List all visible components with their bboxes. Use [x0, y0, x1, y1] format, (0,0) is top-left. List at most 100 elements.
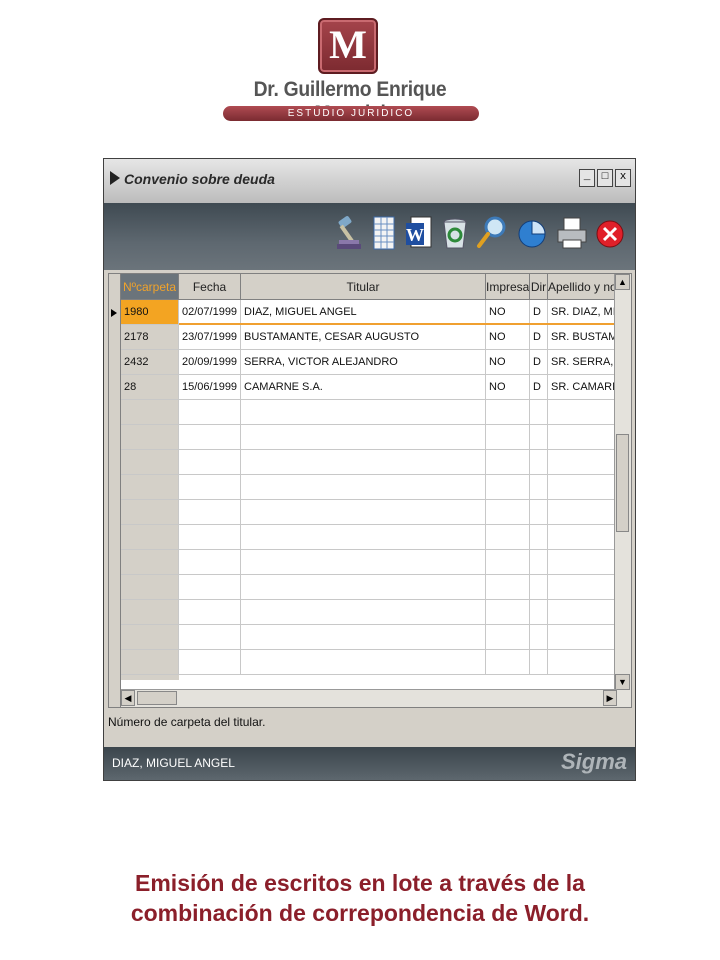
- minimize-button[interactable]: _: [579, 169, 595, 187]
- word-icon[interactable]: W: [401, 213, 437, 253]
- empty-cell: [530, 575, 548, 600]
- cell-titular[interactable]: CAMARNE S.A.: [241, 375, 486, 400]
- cell-titular[interactable]: DIAZ, MIGUEL ANGEL: [241, 300, 486, 325]
- empty-cell: [121, 650, 179, 675]
- close-icon[interactable]: [592, 213, 628, 253]
- cell-fecha[interactable]: 15/06/1999: [179, 375, 241, 400]
- empty-cell: [121, 475, 179, 500]
- empty-cell: [486, 550, 530, 575]
- horizontal-scrollbar[interactable]: ◀ ▶: [121, 689, 617, 707]
- empty-cell: [121, 425, 179, 450]
- scroll-right-icon[interactable]: ▶: [603, 690, 617, 706]
- empty-cell: [179, 475, 241, 500]
- status-bar: DIAZ, MIGUEL ANGEL Sigma: [104, 747, 635, 780]
- recycle-bin-icon[interactable]: [437, 213, 473, 253]
- cell-impresa[interactable]: NO: [486, 350, 530, 375]
- vertical-scroll-thumb[interactable]: [616, 434, 629, 532]
- empty-cell: [530, 625, 548, 650]
- caption-line-2: combinación de correpondencia de Word.: [130, 900, 590, 926]
- cell-apellido[interactable]: SR. DIAZ, MIG: [548, 300, 617, 325]
- empty-cell: [121, 575, 179, 600]
- scroll-left-icon[interactable]: ◀: [121, 690, 135, 706]
- empty-cell: [121, 550, 179, 575]
- empty-cell: [121, 600, 179, 625]
- empty-cell: [530, 525, 548, 550]
- maximize-button[interactable]: □: [597, 169, 613, 187]
- scroll-down-icon[interactable]: ▼: [615, 674, 630, 690]
- window-menu-icon[interactable]: [110, 171, 120, 185]
- cell-fecha[interactable]: 20/09/1999: [179, 350, 241, 375]
- cell-titular[interactable]: BUSTAMANTE, CESAR AUGUSTO: [241, 325, 486, 350]
- empty-cell: [179, 650, 241, 675]
- empty-cell: [241, 600, 486, 625]
- horizontal-scroll-thumb[interactable]: [137, 691, 177, 705]
- empty-cell: [241, 475, 486, 500]
- cell-carpeta[interactable]: 28: [121, 375, 179, 400]
- empty-cell: [548, 425, 617, 450]
- empty-cell: [241, 400, 486, 425]
- column-header-carpeta[interactable]: Nºcarpeta: [121, 274, 179, 300]
- svg-text:W: W: [406, 225, 424, 245]
- empty-cell: [121, 400, 179, 425]
- empty-cell: [179, 425, 241, 450]
- title-bar[interactable]: Convenio sobre deuda _ □ x: [104, 159, 635, 203]
- cell-apellido[interactable]: SR. SERRA, V: [548, 350, 617, 375]
- close-window-button[interactable]: x: [615, 169, 631, 187]
- caption: Emisión de escritos en lote a través de …: [0, 868, 720, 928]
- cell-titular[interactable]: SERRA, VICTOR ALEJANDRO: [241, 350, 486, 375]
- empty-cell: [530, 475, 548, 500]
- spreadsheet-icon[interactable]: [366, 213, 402, 253]
- empty-cell: [530, 550, 548, 575]
- empty-cell: [548, 575, 617, 600]
- empty-cell: [179, 550, 241, 575]
- window-title: Convenio sobre deuda: [124, 171, 275, 187]
- empty-cell: [241, 500, 486, 525]
- cell-apellido[interactable]: SR. CAMARNE: [548, 375, 617, 400]
- cell-dir[interactable]: D: [530, 350, 548, 375]
- empty-cell: [548, 625, 617, 650]
- empty-cell: [548, 475, 617, 500]
- empty-cell: [486, 425, 530, 450]
- cell-dir[interactable]: D: [530, 300, 548, 325]
- column-header-dir[interactable]: Dir: [530, 274, 548, 300]
- empty-cell: [241, 525, 486, 550]
- vertical-scrollbar[interactable]: ▲ ▼: [614, 274, 631, 707]
- gavel-icon[interactable]: [332, 213, 368, 253]
- empty-cell: [530, 450, 548, 475]
- scroll-up-icon[interactable]: ▲: [615, 274, 630, 290]
- app-window: Convenio sobre deuda _ □ x W Nºcarpeta F…: [103, 158, 636, 781]
- column-header-fecha[interactable]: Fecha: [179, 274, 241, 300]
- cell-carpeta[interactable]: 2178: [121, 325, 179, 350]
- sigma-logo: Sigma: [560, 749, 627, 774]
- empty-cell: [121, 500, 179, 525]
- pie-chart-icon[interactable]: [514, 213, 550, 253]
- empty-cell: [486, 625, 530, 650]
- empty-cell: [486, 450, 530, 475]
- cell-fecha[interactable]: 02/07/1999: [179, 300, 241, 325]
- cell-dir[interactable]: D: [530, 375, 548, 400]
- cell-dir[interactable]: D: [530, 325, 548, 350]
- cell-apellido[interactable]: SR. BUSTAMA: [548, 325, 617, 350]
- printer-icon[interactable]: [554, 213, 590, 253]
- empty-cell: [486, 400, 530, 425]
- data-grid: Nºcarpeta Fecha Titular Impresa Dir Apel…: [108, 273, 632, 708]
- empty-cell: [179, 500, 241, 525]
- empty-cell: [121, 625, 179, 650]
- cell-impresa[interactable]: NO: [486, 325, 530, 350]
- cell-fecha[interactable]: 23/07/1999: [179, 325, 241, 350]
- empty-cell: [179, 450, 241, 475]
- search-icon[interactable]: [474, 213, 510, 253]
- column-header-apellido[interactable]: Apellido y nom: [548, 274, 617, 300]
- empty-cell: [241, 575, 486, 600]
- cell-impresa[interactable]: NO: [486, 300, 530, 325]
- column-header-titular[interactable]: Titular: [241, 274, 486, 300]
- empty-cell: [179, 575, 241, 600]
- empty-cell: [548, 650, 617, 675]
- cell-carpeta[interactable]: 2432: [121, 350, 179, 375]
- cell-impresa[interactable]: NO: [486, 375, 530, 400]
- cell-carpeta[interactable]: 1980: [121, 300, 179, 325]
- empty-cell: [530, 600, 548, 625]
- column-header-impresa[interactable]: Impresa: [486, 274, 530, 300]
- empty-cell: [179, 600, 241, 625]
- empty-cell: [548, 450, 617, 475]
